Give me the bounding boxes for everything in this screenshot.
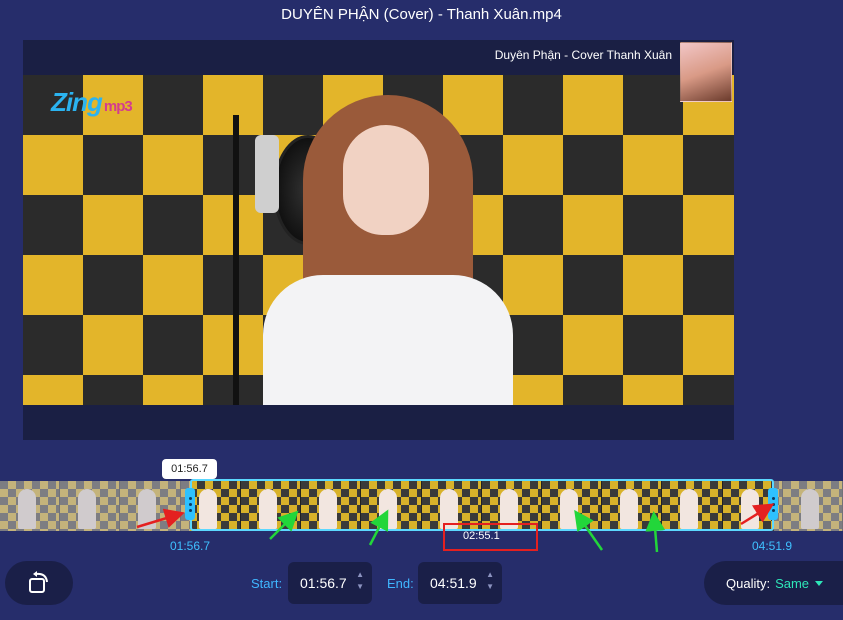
rotate-icon [29,571,48,593]
start-spin-down-icon[interactable]: ▼ [356,583,364,591]
trim-start-handle[interactable] [185,488,195,520]
selection-start-time: 01:56.7 [170,539,211,553]
mic-stand [233,115,239,415]
video-caption: Duyên Phận - Cover Thanh Xuân [494,48,672,62]
selection-end-time: 04:51.9 [752,539,793,553]
start-label: Start: [251,576,283,591]
quality-label: Quality: [726,575,771,591]
playhead-time-tooltip: 01:56.7 [162,459,217,479]
singer [263,95,513,405]
video-content: Zing mp3 [23,75,734,415]
excluded-region-right [774,481,843,531]
end-label: End: [387,576,414,591]
selection-duration: 02:55.1 [463,530,500,542]
start-time-value: 01:56.7 [300,575,347,591]
video-bottom-bar [23,405,734,440]
window-title: DUYÊN PHẬN (Cover) - Thanh Xuân.mp4 [281,6,562,23]
video-thumbnail [680,42,732,102]
quality-value: Same [775,575,810,591]
chevron-down-icon [815,580,824,586]
reset-button[interactable] [5,561,73,605]
video-player[interactable]: Zing mp3 Duyên Phận - Cover Thanh Xuân [23,40,734,440]
start-time-input[interactable]: 01:56.7 ▲ ▼ [288,562,372,604]
trim-end-handle[interactable] [768,488,778,520]
end-time-input[interactable]: 04:51.9 ▲ ▼ [418,562,502,604]
start-spin-up-icon[interactable]: ▲ [356,571,364,579]
end-spin-up-icon[interactable]: ▲ [486,571,494,579]
quality-dropdown[interactable]: Quality: Same [704,561,843,605]
excluded-region-left [0,481,190,531]
zing-logo: Zing mp3 [51,87,133,117]
end-time-value: 04:51.9 [430,575,477,591]
end-spin-down-icon[interactable]: ▼ [486,583,494,591]
